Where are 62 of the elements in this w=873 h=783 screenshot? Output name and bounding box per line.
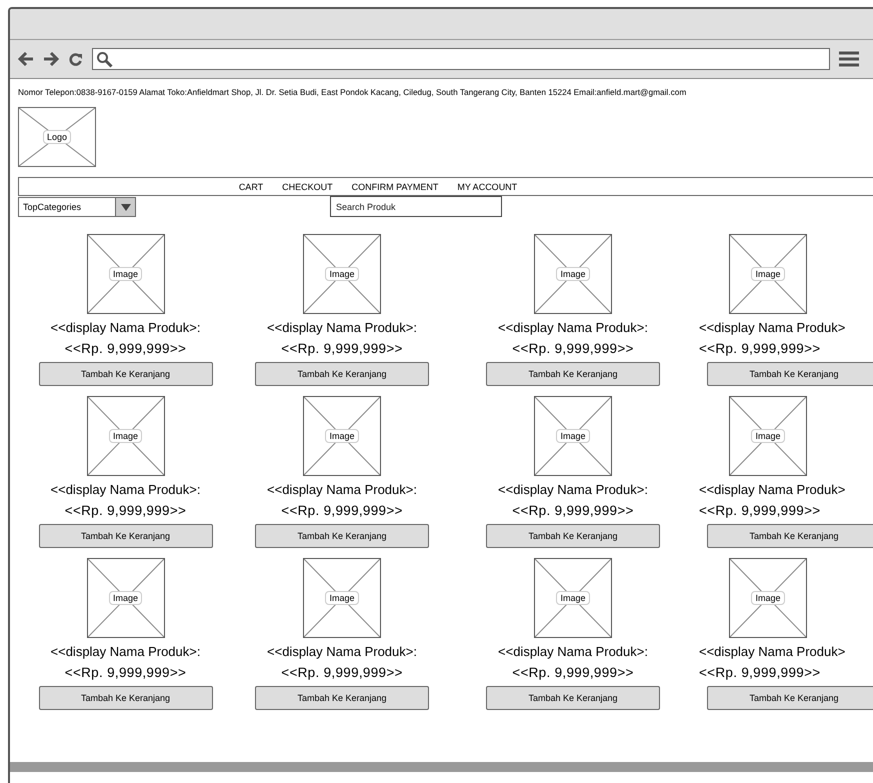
add-to-cart-button[interactable]: Tambah Ke Keranjang: [38, 524, 212, 548]
search-icon: [96, 50, 113, 68]
forward-icon[interactable]: [43, 52, 59, 66]
product-name: <<display Nama Produk>:: [50, 320, 200, 335]
product-price: <<Rp. 9,999,999>>: [699, 503, 820, 518]
category-dropdown[interactable]: TopCategories: [18, 197, 136, 217]
add-to-cart-button[interactable]: Tambah Ke Keranjang: [255, 362, 429, 386]
add-to-cart-button[interactable]: Tambah Ke Keranjang: [255, 524, 429, 548]
nav-link[interactable]: MY ACCOUNT: [457, 182, 518, 192]
add-to-cart-button[interactable]: Tambah Ke Keranjang: [38, 362, 212, 386]
product-price: <<Rp. 9,999,999>>: [512, 341, 634, 356]
menu-icon[interactable]: [839, 51, 859, 67]
product-name: <<display Nama Produk>:: [267, 482, 417, 497]
product-price: <<Rp. 9,999,999>>: [281, 665, 403, 680]
image-label: Image: [751, 429, 784, 443]
caret-icon: [120, 204, 130, 210]
product-price: <<Rp. 9,999,999>>: [281, 503, 403, 518]
search-field[interactable]: Search Produk: [330, 196, 502, 217]
image-label: Image: [556, 591, 590, 605]
product-name: <<display Nama Produk>:: [498, 482, 648, 497]
add-to-cart-button[interactable]: Tambah Ke Keranjang: [707, 686, 873, 710]
nav-link[interactable]: CART: [238, 182, 264, 192]
image-label: Image: [108, 267, 142, 281]
product-price: <<Rp. 9,999,999>>: [512, 503, 634, 518]
add-to-cart-button[interactable]: Tambah Ke Keranjang: [38, 686, 212, 710]
product-name: <<display Nama Produk>: [699, 644, 846, 659]
product-name: <<display Nama Produk>: [699, 320, 846, 335]
product-price: <<Rp. 9,999,999>>: [699, 341, 820, 356]
product-name: <<display Nama Produk>:: [267, 320, 417, 335]
product-price: <<Rp. 9,999,999>>: [512, 665, 634, 680]
image-label: Image: [556, 429, 590, 443]
back-icon[interactable]: [18, 52, 34, 66]
add-to-cart-button[interactable]: Tambah Ke Keranjang: [486, 524, 660, 548]
image-label: Image: [556, 267, 590, 281]
image-label: Image: [325, 429, 358, 443]
product-price: <<Rp. 9,999,999>>: [64, 341, 186, 356]
add-to-cart-button[interactable]: Tambah Ke Keranjang: [707, 524, 873, 548]
add-to-cart-button[interactable]: Tambah Ke Keranjang: [255, 686, 429, 710]
add-to-cart-button[interactable]: Tambah Ke Keranjang: [707, 362, 873, 386]
product-name: <<display Nama Produk>:: [267, 644, 417, 659]
product-name: <<display Nama Produk>:: [50, 644, 200, 659]
product-name: <<display Nama Produk>:: [498, 320, 648, 335]
nav-link[interactable]: CONFIRM PAYMENT: [352, 182, 438, 192]
product-price: <<Rp. 9,999,999>>: [64, 503, 186, 518]
product-name: <<display Nama Produk>: [699, 482, 846, 497]
add-to-cart-button[interactable]: Tambah Ke Keranjang: [486, 362, 660, 386]
image-label: Image: [325, 267, 358, 281]
image-label: Image: [751, 267, 784, 281]
contact-info: Nomor Telepon:0838-9167-0159 Alamat Toko:Anfieldmart Shop, Jl. Dr. Setia Budi, East Pondok Kacang, Ciledug, South Tangerang City, Banten 15224 Email:anfield.mart@gmail.com: [18, 87, 688, 97]
reload-icon[interactable]: [68, 52, 83, 66]
product-price: <<Rp. 9,999,999>>: [699, 665, 820, 680]
product-price: <<Rp. 9,999,999>>: [281, 341, 403, 356]
image-label: Image: [751, 591, 784, 605]
product-price: <<Rp. 9,999,999>>: [64, 665, 186, 680]
product-name: <<display Nama Produk>:: [498, 644, 648, 659]
add-to-cart-button[interactable]: Tambah Ke Keranjang: [486, 686, 660, 710]
image-label: Image: [108, 591, 142, 605]
image-label: Image: [325, 591, 358, 605]
image-label: Image: [108, 429, 142, 443]
logo-label: Logo: [42, 130, 72, 144]
nav-link[interactable]: CHECKOUT: [282, 182, 333, 192]
product-name: <<display Nama Produk>:: [50, 482, 200, 497]
